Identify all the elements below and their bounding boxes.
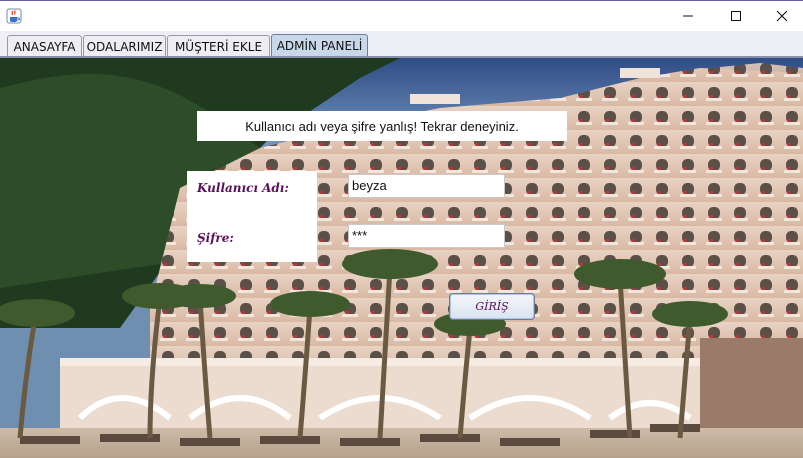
login-button[interactable]: GİRİŞ: [449, 293, 535, 320]
tab-anasayfa[interactable]: ANASAYFA: [7, 35, 82, 57]
tab-musteri-ekle[interactable]: MÜŞTERİ EKLE: [167, 35, 270, 57]
title-bar: [0, 0, 803, 31]
close-button[interactable]: [759, 1, 803, 31]
username-field[interactable]: beyza: [348, 174, 505, 198]
password-label: Şifre:: [197, 231, 234, 245]
maximize-icon: [731, 11, 741, 21]
minimize-button[interactable]: [665, 1, 711, 31]
password-field[interactable]: ***: [348, 224, 505, 248]
username-label: Kullanıcı Adı:: [197, 181, 289, 195]
java-cup-icon: [6, 8, 22, 24]
minimize-icon: [683, 15, 693, 17]
close-icon: [776, 10, 788, 22]
tab-admin-paneli[interactable]: ADMİN PANELİ: [271, 34, 368, 57]
error-message: Kullanıcı adı veya şifre yanlış! Tekrar …: [197, 111, 567, 141]
maximize-button[interactable]: [713, 1, 759, 31]
tab-odalarimiz[interactable]: ODALARIMIZ: [83, 35, 166, 57]
